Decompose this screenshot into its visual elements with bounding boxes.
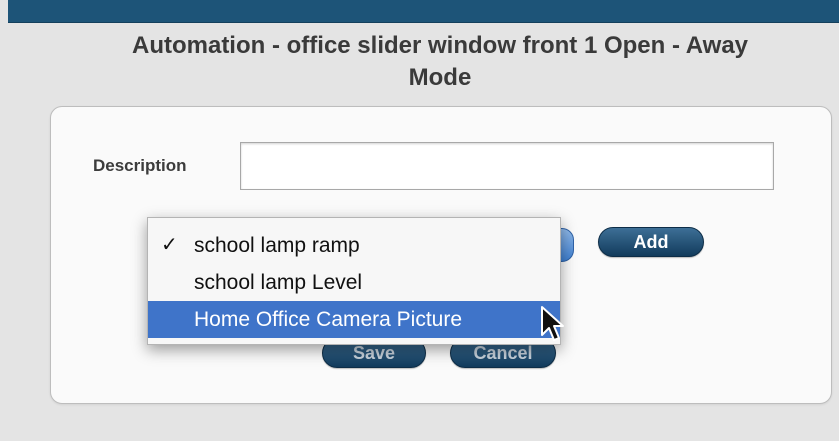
add-button[interactable]: Add	[598, 227, 704, 257]
dropdown-item-home-office-camera-picture[interactable]: Home Office Camera Picture	[148, 301, 560, 338]
page-title: Automation - office slider window front …	[10, 30, 839, 94]
dropdown-item-label: school lamp Level	[194, 271, 363, 294]
arrow-cursor-icon	[541, 306, 564, 341]
description-label: Description	[93, 156, 187, 175]
dropdown-item-school-lamp-ramp[interactable]: ✓ school lamp ramp	[148, 227, 560, 264]
action-dropdown-menu: ✓ school lamp ramp school lamp Level Hom…	[147, 217, 561, 345]
dropdown-item-label: Home Office Camera Picture	[194, 308, 463, 331]
description-input[interactable]	[240, 142, 774, 190]
page-title-line-1: Automation - office slider window front …	[131, 32, 749, 59]
checkmark-icon: ✓	[161, 234, 178, 256]
dropdown-item-label: school lamp ramp	[194, 234, 360, 257]
top-bar	[8, 0, 839, 23]
page-title-line-2: Mode	[408, 64, 472, 91]
dropdown-item-school-lamp-level[interactable]: school lamp Level	[148, 264, 560, 301]
